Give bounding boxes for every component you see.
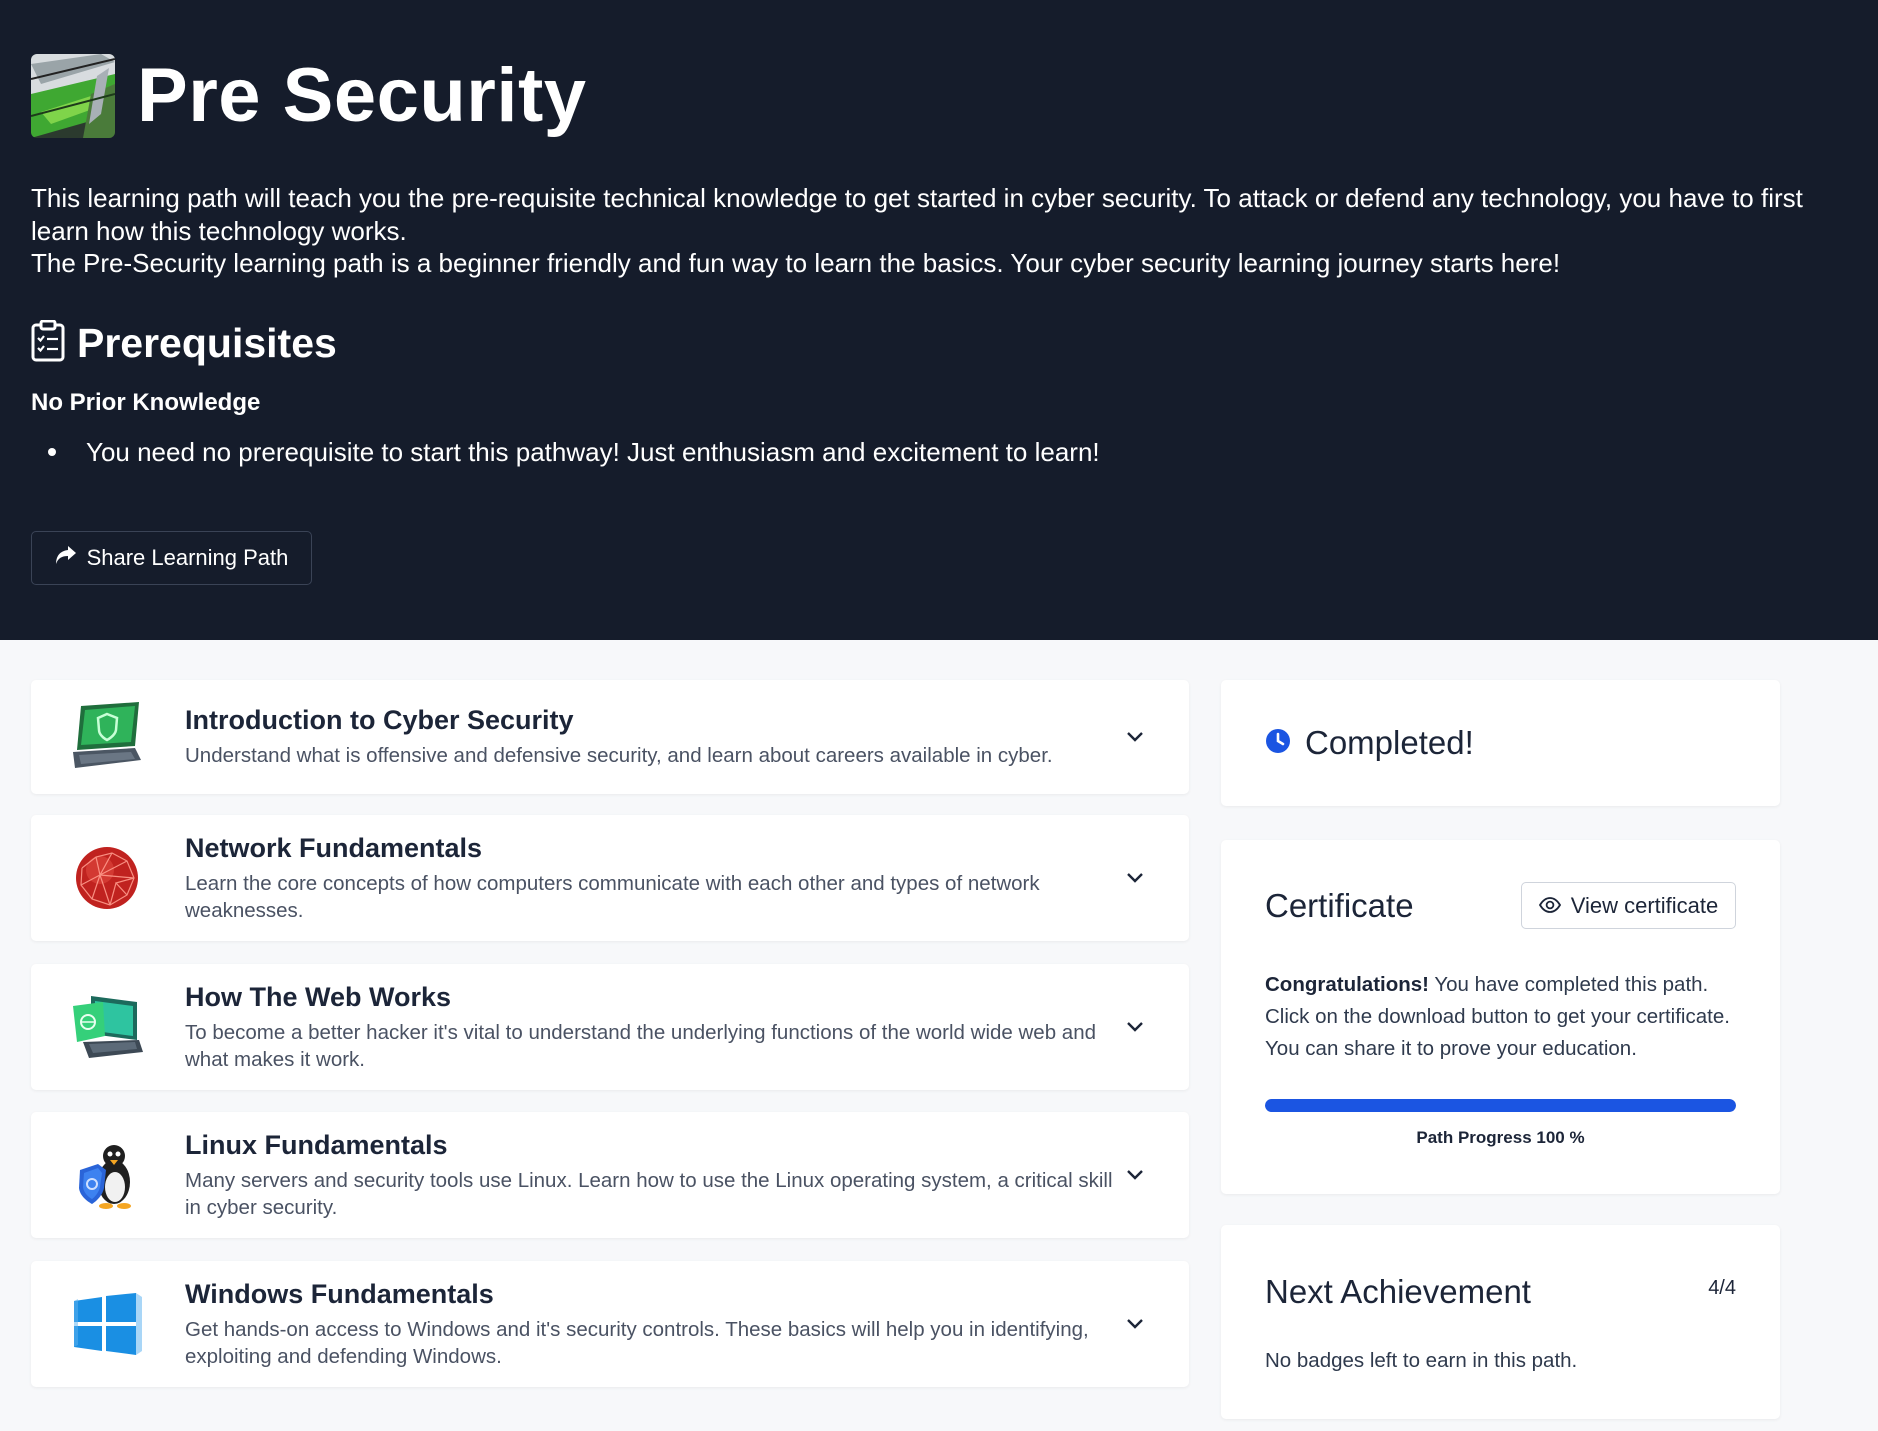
completion-status-card: Completed! — [1221, 680, 1780, 806]
chevron-down-icon[interactable] — [1123, 725, 1147, 749]
status-label: Completed! — [1305, 724, 1474, 761]
certificate-title: Certificate — [1265, 886, 1414, 924]
chevron-down-icon[interactable] — [1123, 866, 1147, 890]
view-certificate-label: View certificate — [1570, 892, 1719, 918]
path-logo-icon — [31, 54, 115, 138]
module-card[interactable]: Network Fundamentals Learn the core conc… — [31, 815, 1189, 941]
prerequisite-text: You need no prerequisite to start this p… — [86, 436, 1100, 467]
network-globe-icon — [67, 838, 147, 918]
path-hero: Pre Security This learning path will tea… — [0, 0, 1878, 640]
clipboard-list-icon — [31, 319, 65, 367]
prerequisites-heading: Prerequisites — [77, 319, 337, 366]
chevron-down-icon[interactable] — [1123, 1015, 1147, 1039]
certificate-message: Congratulations! You have completed this… — [1221, 929, 1780, 1065]
certificate-header: Certificate View certificate — [1221, 840, 1780, 929]
module-title: Linux Fundamentals — [185, 1129, 448, 1160]
module-description: Understand what is offensive and defensi… — [185, 744, 1053, 767]
module-text: Introduction to Cyber Security Understan… — [185, 705, 1189, 769]
share-learning-path-button[interactable]: Share Learning Path — [31, 531, 312, 585]
path-progress-bar — [1265, 1099, 1736, 1112]
description-paragraph: This learning path will teach you the pr… — [31, 183, 1803, 246]
certificate-card: Certificate View certificate Congratulat… — [1221, 840, 1780, 1194]
page-title: Pre Security — [137, 53, 587, 138]
module-title: How The Web Works — [185, 981, 452, 1012]
module-card[interactable]: Linux Fundamentals Many servers and secu… — [31, 1112, 1189, 1238]
chevron-down-icon[interactable] — [1123, 1312, 1147, 1336]
path-progress-label: Path Progress 100 % — [1416, 1128, 1585, 1147]
path-description: This learning path will teach you the pr… — [31, 182, 1821, 280]
module-description: Many servers and security tools use Linu… — [185, 1168, 1113, 1219]
description-paragraph: The Pre-Security learning path is a begi… — [31, 248, 1561, 278]
congratulations-text: Congratulations! — [1265, 973, 1429, 996]
module-description: Get hands-on access to Windows and it's … — [185, 1317, 1089, 1368]
share-icon — [55, 545, 77, 571]
module-card[interactable]: Introduction to Cyber Security Understan… — [31, 680, 1189, 794]
windows-logo-icon — [67, 1284, 147, 1364]
achievement-count: 4/4 — [1708, 1277, 1736, 1299]
module-title: Introduction to Cyber Security — [185, 705, 574, 735]
module-text: How The Web Works To become a better hac… — [185, 982, 1189, 1073]
module-title: Network Fundamentals — [185, 832, 483, 863]
module-card[interactable]: How The Web Works To become a better hac… — [31, 964, 1189, 1090]
list-item: You need no prerequisite to start this p… — [31, 437, 1847, 468]
prerequisites-subheading: No Prior Knowledge — [31, 388, 261, 416]
module-text: Network Fundamentals Learn the core conc… — [185, 833, 1189, 924]
module-title: Windows Fundamentals — [185, 1278, 494, 1309]
achievement-title: Next Achievement — [1265, 1273, 1531, 1310]
completed-status: Completed! — [1221, 680, 1780, 806]
bullet-icon — [48, 448, 56, 456]
achievement-header: Next Achievement 4/4 — [1221, 1225, 1780, 1311]
share-button-label: Share Learning Path — [86, 545, 289, 570]
path-content: Introduction to Cyber Security Understan… — [0, 640, 1878, 1431]
eye-icon — [1538, 893, 1561, 919]
laptop-web-icon — [67, 987, 147, 1067]
achievement-message: No badges left to earn in this path. — [1265, 1349, 1578, 1372]
title-row: Pre Security — [31, 54, 1847, 138]
module-description: To become a better hacker it's vital to … — [185, 1020, 1096, 1071]
linux-penguin-icon — [67, 1135, 147, 1215]
prerequisites-header: Prerequisites — [31, 319, 1847, 367]
module-description: Learn the core concepts of how computers… — [185, 871, 1040, 922]
next-achievement-card: Next Achievement 4/4 No badges left to e… — [1221, 1225, 1780, 1419]
clock-icon — [1265, 724, 1291, 762]
path-progress-fill — [1265, 1099, 1736, 1112]
module-text: Windows Fundamentals Get hands-on access… — [185, 1279, 1189, 1370]
laptop-shield-icon — [67, 697, 147, 777]
prerequisites-list: You need no prerequisite to start this p… — [31, 437, 1847, 468]
module-card[interactable]: Windows Fundamentals Get hands-on access… — [31, 1261, 1189, 1387]
chevron-down-icon[interactable] — [1123, 1163, 1147, 1187]
module-text: Linux Fundamentals Many servers and secu… — [185, 1130, 1189, 1221]
view-certificate-button[interactable]: View certificate — [1521, 882, 1736, 929]
